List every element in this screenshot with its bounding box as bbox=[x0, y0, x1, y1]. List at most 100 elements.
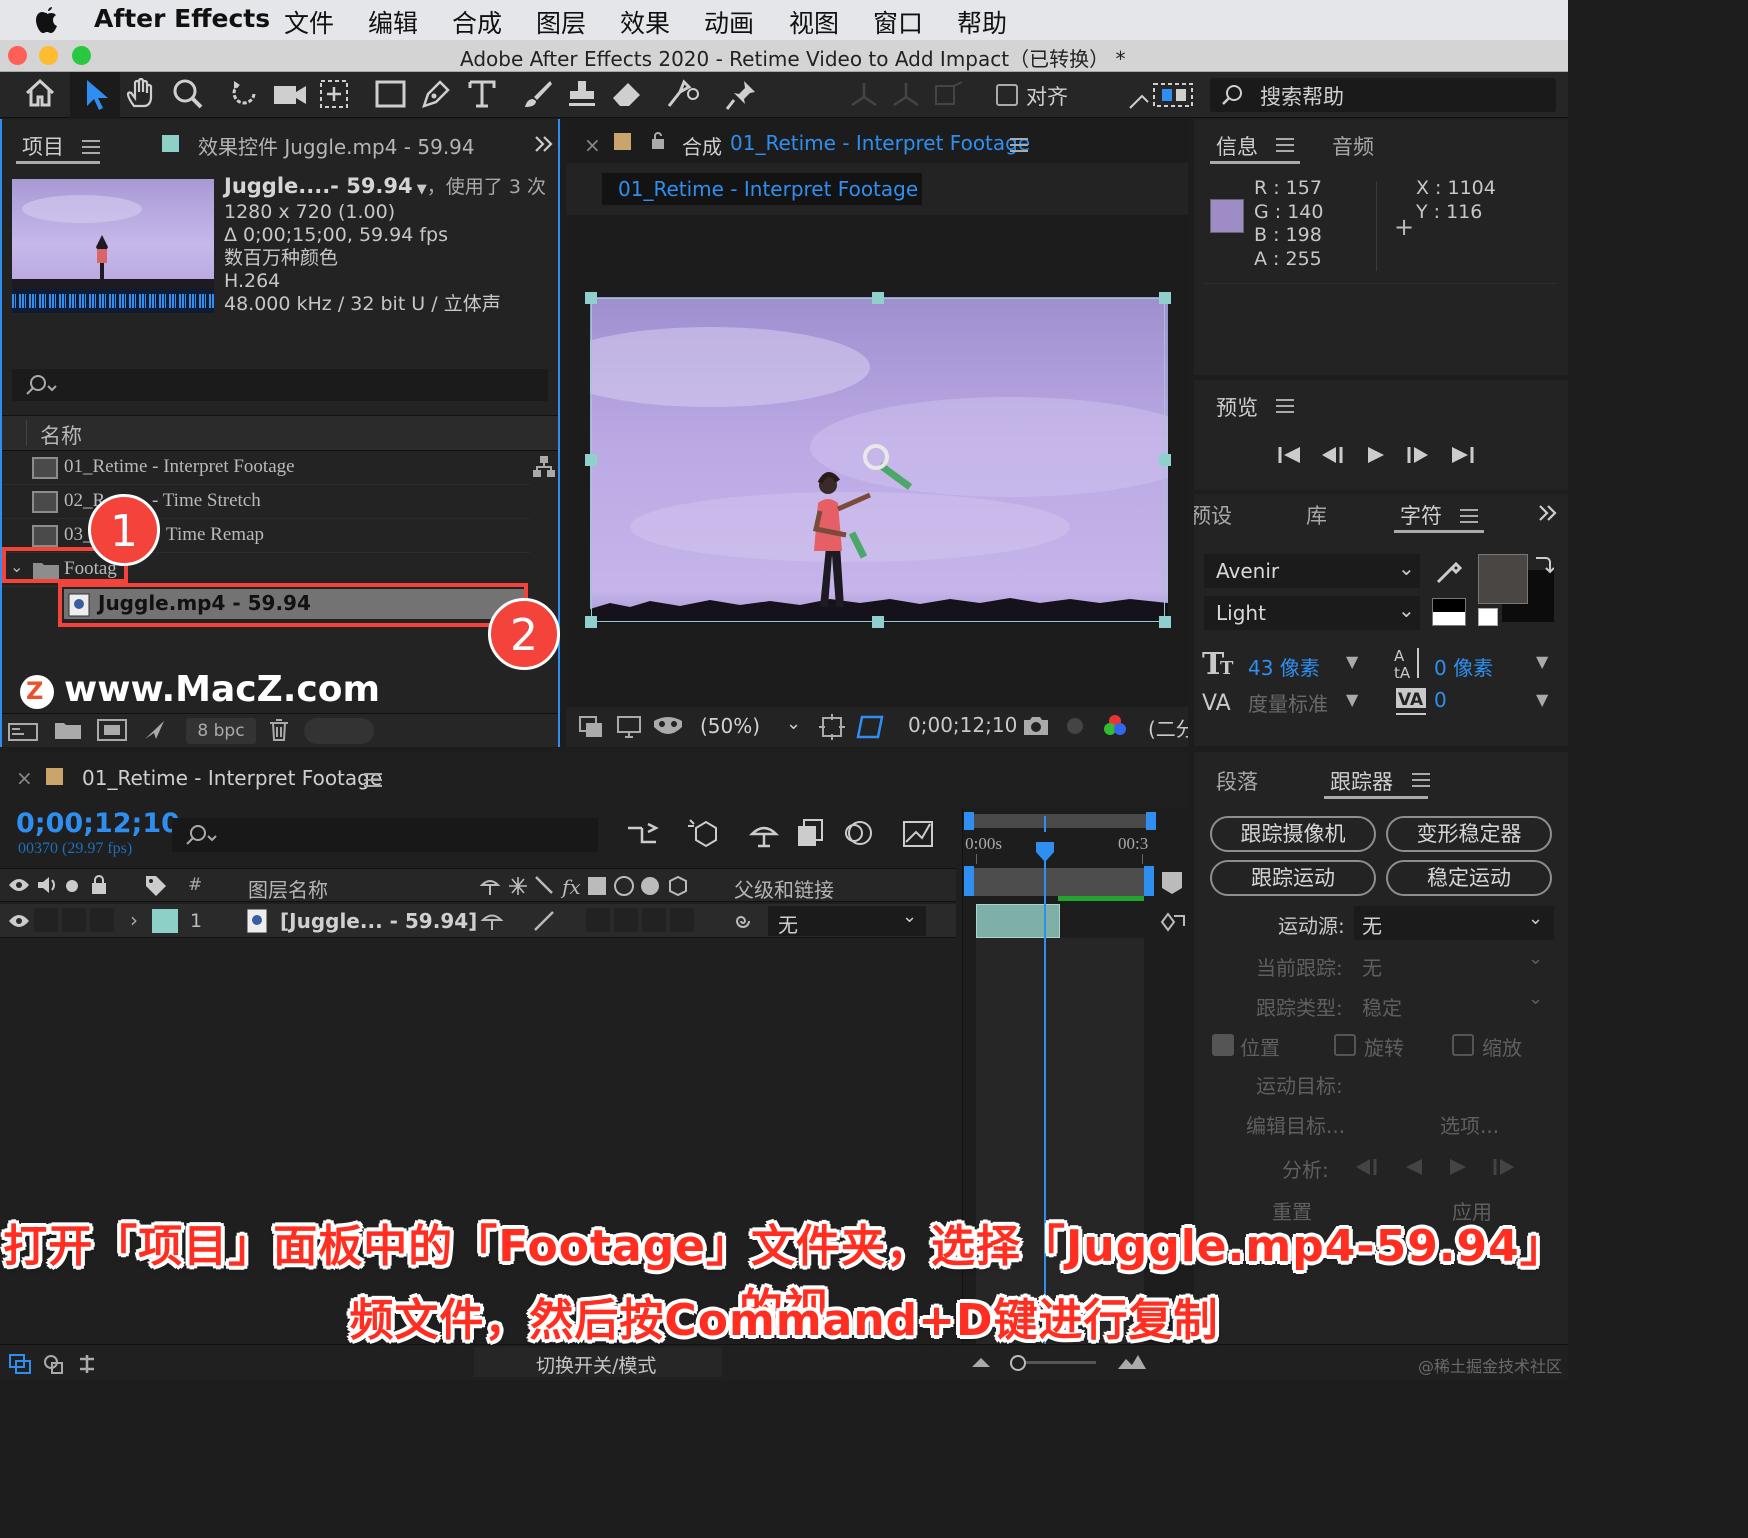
eraser-tool-icon[interactable] bbox=[610, 78, 644, 110]
analyze-back-icon[interactable] bbox=[1354, 1158, 1378, 1176]
always-preview-icon[interactable] bbox=[578, 715, 604, 739]
transform-handle[interactable] bbox=[1159, 616, 1171, 628]
render-icon[interactable] bbox=[142, 718, 168, 742]
comp-marker-icon[interactable] bbox=[1160, 870, 1184, 896]
close-icon[interactable]: × bbox=[584, 133, 601, 157]
close-window-button[interactable] bbox=[8, 46, 27, 65]
next-frame-icon[interactable] bbox=[1406, 446, 1430, 464]
font-family-select[interactable]: Avenir ⌄ bbox=[1204, 554, 1420, 588]
transparency-grid-icon[interactable] bbox=[856, 713, 886, 741]
interpret-footage-icon[interactable] bbox=[8, 720, 38, 742]
warp-stabilizer-button[interactable]: 变形稳定器 bbox=[1386, 816, 1552, 852]
analyze-forward-icon[interactable] bbox=[1448, 1158, 1468, 1176]
menu-view[interactable]: 视图 bbox=[789, 4, 839, 40]
transform-handle[interactable] bbox=[1159, 292, 1171, 304]
clone-stamp-tool-icon[interactable] bbox=[566, 78, 598, 110]
analyze-backward-icon[interactable] bbox=[1404, 1158, 1424, 1176]
bit-depth[interactable]: 8 bpc bbox=[186, 718, 256, 744]
hand-tool-icon[interactable] bbox=[126, 78, 156, 110]
snap-checkbox[interactable] bbox=[996, 84, 1018, 106]
app-menu[interactable]: After Effects bbox=[94, 4, 270, 33]
project-item-comp-01[interactable]: 01_Retime - Interpret Footage bbox=[2, 451, 530, 485]
timeline-tab[interactable]: 01_Retime - Interpret Footage bbox=[82, 766, 382, 790]
chevron-right-icon[interactable]: › bbox=[130, 908, 138, 932]
resolution-fragment[interactable]: (二分 bbox=[1148, 713, 1188, 742]
motion-source-select[interactable]: 无 ⌄ bbox=[1354, 906, 1554, 940]
panel-menu-icon[interactable] bbox=[1276, 137, 1294, 153]
search-help-field[interactable]: 搜索帮助 bbox=[1210, 78, 1556, 112]
no-fill-icon[interactable] bbox=[1478, 608, 1498, 626]
column-name[interactable]: 名称 bbox=[40, 420, 82, 450]
rotate-tool-icon[interactable] bbox=[228, 78, 260, 110]
tab-info[interactable]: 信息 bbox=[1216, 131, 1258, 161]
tab-audio[interactable]: 音频 bbox=[1332, 131, 1374, 161]
puppet-pin-tool-icon[interactable] bbox=[724, 78, 758, 112]
chevron-down-icon[interactable]: ▼ bbox=[1536, 652, 1548, 671]
edit-target-button[interactable]: 编辑目标... bbox=[1246, 1110, 1345, 1139]
column-layer-name[interactable]: 图层名称 bbox=[248, 874, 328, 903]
zoom-out-icon[interactable] bbox=[970, 1355, 992, 1369]
tab-project[interactable]: 项目 bbox=[22, 131, 64, 161]
layer-panel-toggle-icon[interactable] bbox=[8, 1353, 32, 1375]
panel-overflow-icon[interactable] bbox=[534, 135, 554, 153]
layer-end-icon[interactable] bbox=[1158, 908, 1186, 934]
track-motion-button[interactable]: 跟踪运动 bbox=[1210, 860, 1376, 896]
rectangle-tool-icon[interactable] bbox=[374, 78, 408, 110]
tab-presets[interactable]: 预设 bbox=[1194, 500, 1232, 530]
new-composition-icon[interactable] bbox=[96, 718, 128, 742]
mask-visibility-icon[interactable] bbox=[652, 715, 684, 739]
font-size-value[interactable]: 43 像素 bbox=[1248, 652, 1320, 681]
tracking-value[interactable]: 0 bbox=[1434, 688, 1447, 712]
pick-whip-icon[interactable] bbox=[732, 910, 754, 932]
camera-snapshot-icon[interactable] bbox=[1022, 715, 1050, 737]
analyze-next-icon[interactable] bbox=[1492, 1158, 1516, 1176]
work-area-bar[interactable] bbox=[968, 814, 1154, 828]
minimize-window-button[interactable] bbox=[39, 46, 58, 65]
work-area-end[interactable] bbox=[1146, 812, 1156, 830]
monitor-icon[interactable] bbox=[616, 715, 642, 739]
selection-tool-icon[interactable] bbox=[84, 78, 110, 112]
panel-menu-icon[interactable] bbox=[364, 772, 382, 788]
tab-paragraph[interactable]: 段落 bbox=[1216, 766, 1258, 796]
home-icon[interactable] bbox=[24, 78, 56, 108]
thumbnail-slider[interactable] bbox=[304, 718, 374, 744]
pan-behind-tool-icon[interactable] bbox=[318, 78, 350, 110]
transform-handle[interactable] bbox=[1159, 454, 1171, 466]
menu-file[interactable]: 文件 bbox=[284, 4, 334, 40]
panel-menu-icon[interactable] bbox=[1412, 772, 1430, 788]
transform-handle[interactable] bbox=[585, 454, 597, 466]
chevron-down-icon[interactable]: ▼ bbox=[1536, 690, 1548, 709]
render-time-icon[interactable] bbox=[76, 1353, 98, 1375]
rotation-checkbox[interactable] bbox=[1334, 1034, 1356, 1056]
options-button[interactable]: 选项... bbox=[1440, 1110, 1499, 1139]
menu-animation[interactable]: 动画 bbox=[704, 4, 754, 40]
new-folder-icon[interactable] bbox=[54, 720, 82, 740]
menu-layer[interactable]: 图层 bbox=[536, 4, 586, 40]
leading-value[interactable]: 0 像素 bbox=[1434, 652, 1493, 681]
color-channels-icon[interactable] bbox=[1102, 713, 1128, 739]
position-checkbox[interactable] bbox=[1212, 1034, 1234, 1056]
trash-icon[interactable] bbox=[268, 718, 290, 742]
layer-row[interactable]: › 1 [Juggle... - 59.94] 无 ⌄ bbox=[0, 904, 956, 938]
snapping-options-icon[interactable] bbox=[1128, 80, 1194, 110]
chevron-down-icon[interactable]: ▼ bbox=[1346, 690, 1358, 709]
motion-blur-icon[interactable] bbox=[842, 818, 874, 848]
label-tag-icon[interactable] bbox=[144, 874, 168, 898]
comp-tab-name[interactable]: 01_Retime - Interpret Footage bbox=[730, 131, 1030, 155]
zoom-in-icon[interactable] bbox=[1116, 1353, 1148, 1371]
brush-tool-icon[interactable] bbox=[522, 78, 554, 110]
fill-color-swatch[interactable] bbox=[1478, 554, 1528, 604]
draft-3d-icon[interactable] bbox=[686, 816, 720, 850]
panel-menu-icon[interactable] bbox=[1276, 398, 1294, 414]
swap-colors-icon[interactable] bbox=[1532, 554, 1554, 576]
shy-switch-icon[interactable] bbox=[480, 908, 504, 934]
first-frame-icon[interactable] bbox=[1278, 446, 1302, 464]
menu-window[interactable]: 窗口 bbox=[873, 4, 923, 40]
zoom-window-button[interactable] bbox=[72, 46, 91, 65]
frame-blending-icon[interactable] bbox=[796, 818, 826, 848]
panel-menu-icon[interactable] bbox=[1460, 508, 1478, 524]
lock-icon[interactable] bbox=[90, 874, 108, 896]
pen-tool-icon[interactable] bbox=[420, 78, 452, 110]
panel-menu-icon[interactable] bbox=[82, 139, 100, 155]
project-search-field[interactable] bbox=[12, 369, 548, 401]
